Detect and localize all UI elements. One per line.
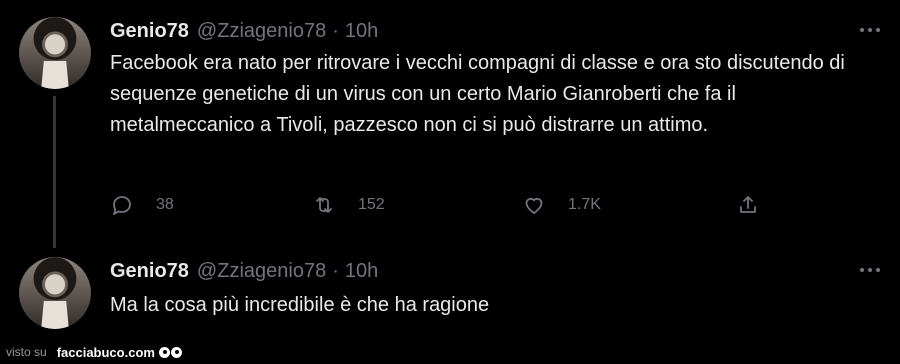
speech-bubble-icon — [113, 196, 131, 215]
author-name[interactable]: Genio78 — [110, 20, 189, 43]
retweet-count: 152 — [358, 196, 385, 213]
more-horizontal-icon[interactable] — [860, 268, 880, 272]
reply-button[interactable]: 38 — [110, 193, 174, 217]
tweet-actions: 38 152 1.7K — [110, 193, 770, 221]
author-handle[interactable]: @Zziagenio78 — [197, 20, 326, 43]
tweet-header: Genio78 @Zziagenio78 · 10h — [110, 20, 378, 43]
more-horizontal-icon[interactable] — [860, 28, 880, 32]
footer-site: facciabuco.com — [56, 344, 155, 360]
thread-line — [53, 96, 56, 248]
share-icon — [740, 196, 756, 213]
eyes-icon — [158, 346, 182, 358]
tweet-header: Genio78 @Zziagenio78 · 10h — [110, 260, 378, 283]
share-button[interactable] — [736, 193, 760, 217]
avatar[interactable] — [19, 17, 91, 89]
heart-icon — [525, 197, 543, 214]
footer-watermark: visto su facciabuco.com — [0, 340, 900, 364]
tweet-time[interactable]: 10h — [345, 20, 378, 43]
tweet-1[interactable]: Genio78 @Zziagenio78 · 10h Facebook era … — [0, 0, 900, 255]
author-name[interactable]: Genio78 — [110, 260, 189, 283]
separator-dot: · — [332, 260, 339, 282]
retweet-button[interactable]: 152 — [312, 193, 385, 217]
tweet-time[interactable]: 10h — [345, 260, 378, 283]
avatar[interactable] — [19, 257, 91, 329]
retweet-icon — [316, 197, 332, 213]
author-handle[interactable]: @Zziagenio78 — [197, 260, 326, 283]
tweet-text: Facebook era nato per ritrovare i vecchi… — [110, 52, 845, 136]
like-count: 1.7K — [568, 196, 601, 213]
separator-dot: · — [332, 20, 339, 42]
like-button[interactable]: 1.7K — [522, 193, 601, 217]
tweet-text: Ma la cosa più incredibile è che ha ragi… — [110, 294, 490, 316]
reply-count: 38 — [156, 196, 174, 213]
footer-prefix: visto su — [6, 345, 47, 359]
